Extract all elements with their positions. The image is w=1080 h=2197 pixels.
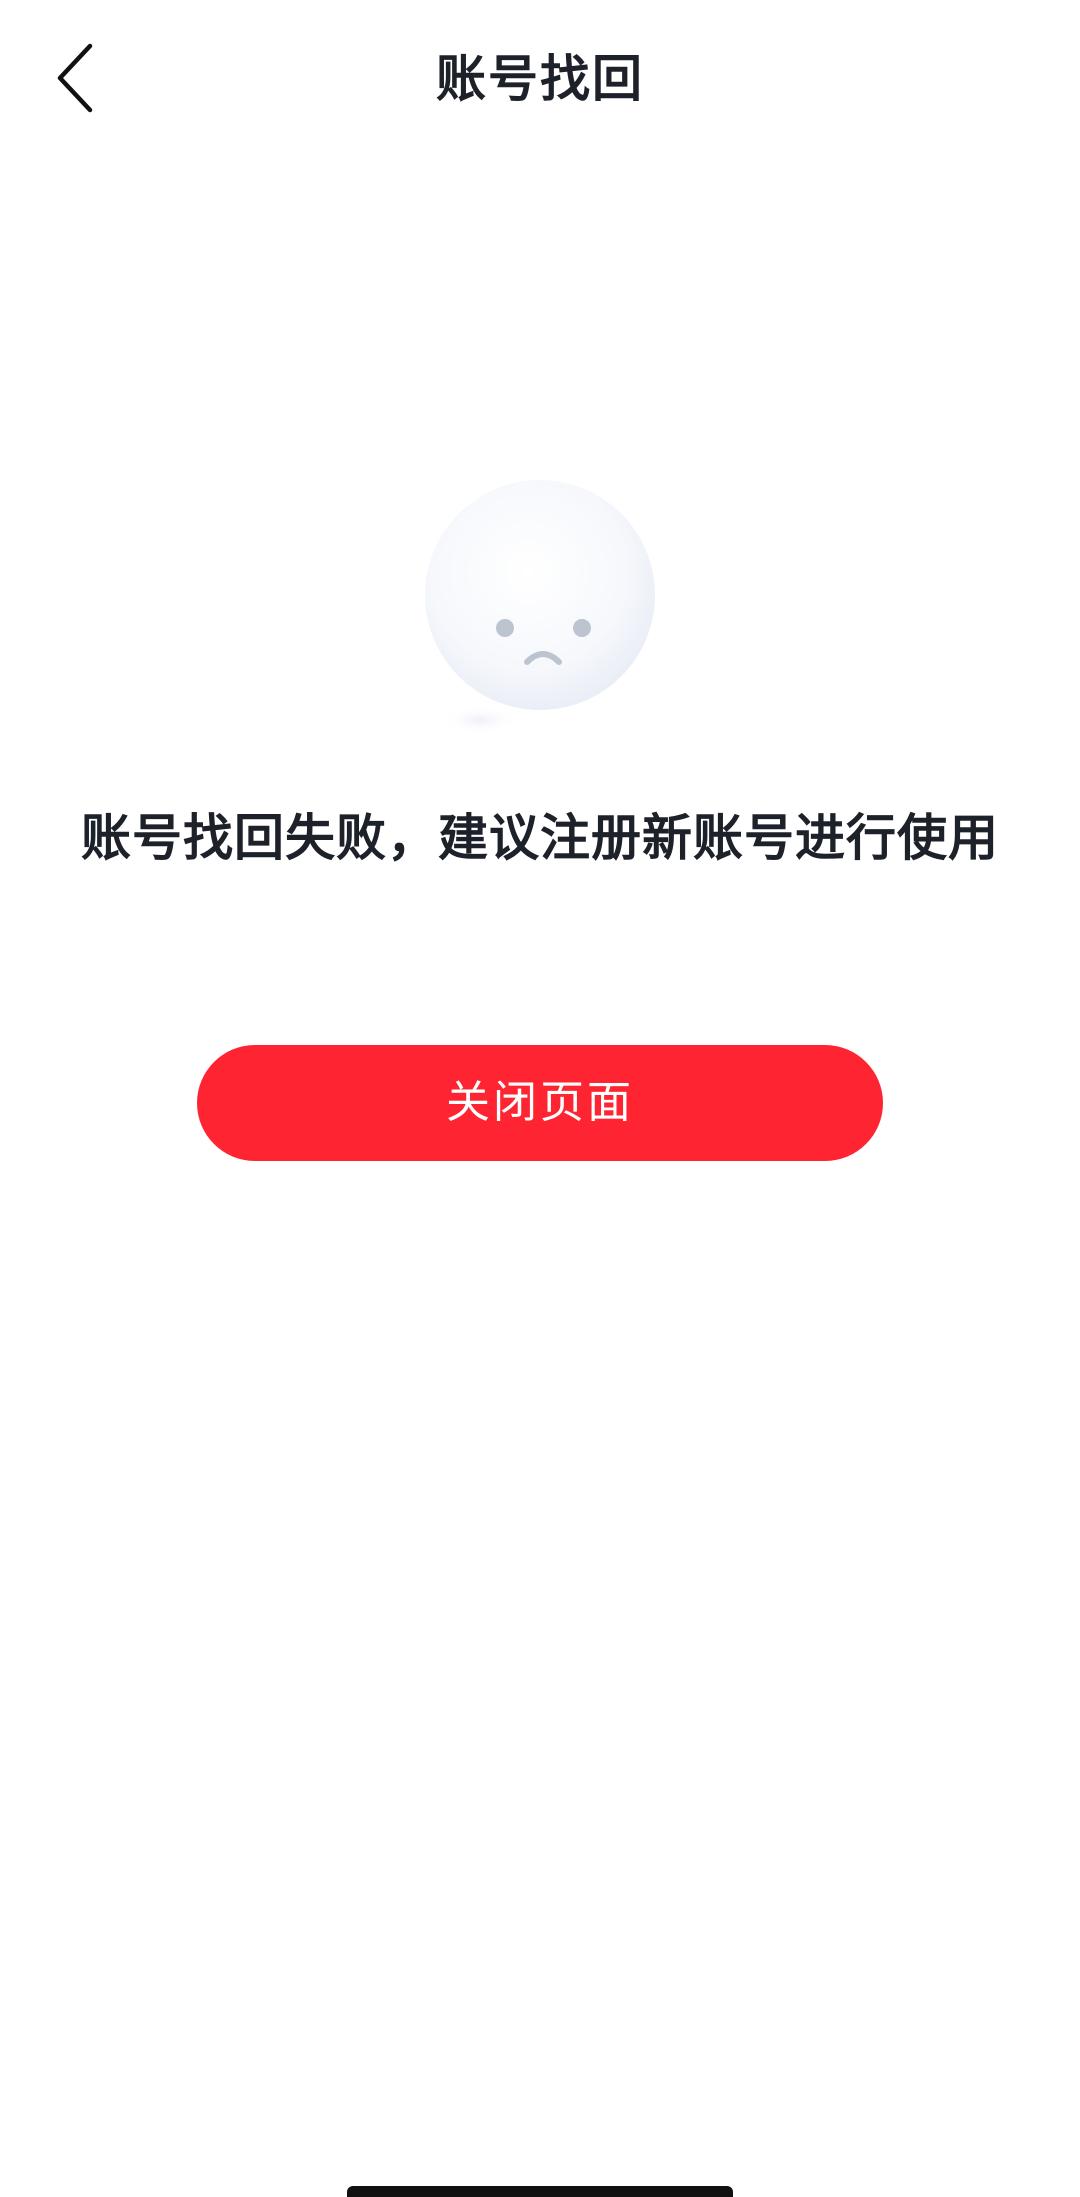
result-message: 账号找回失败，建议注册新账号进行使用 [81,809,999,867]
page-title: 账号找回 [436,50,644,108]
nav-bar: 账号找回 [0,0,1080,160]
close-page-button[interactable]: 关闭页面 [197,1045,883,1161]
account-recovery-screen: 账号找回 账号找回失败，建议注册新账号进行使用 关闭页面 [0,0,1080,2197]
home-indicator[interactable] [347,2186,733,2197]
sad-face-icon [410,470,670,750]
